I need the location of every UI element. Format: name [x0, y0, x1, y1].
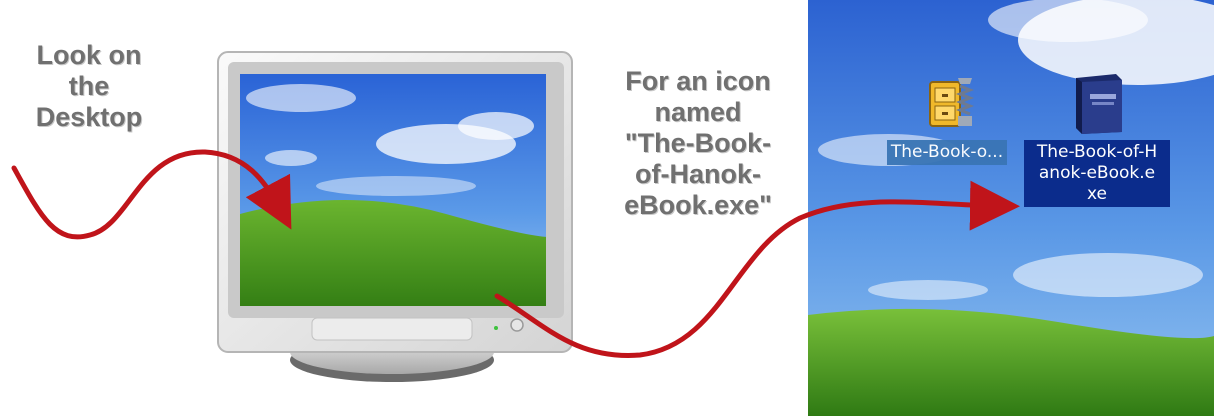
archive-icon: [929, 78, 975, 127]
desktop-icon-book[interactable]: The-Book-of-H anok-eBook.e xe: [1020, 72, 1174, 207]
caption-line: Look on: [36, 40, 142, 70]
caption-line: named: [654, 97, 742, 127]
caption-line: of-Hanok-: [635, 159, 761, 189]
book-label-line: xe: [1087, 184, 1107, 204]
caption-line: "The-Book-: [624, 128, 772, 158]
icon-name-caption: For an icon named "The-Book- of-Hanok- e…: [600, 66, 796, 221]
desktop-wallpaper: [808, 0, 1214, 416]
book-label-line: anok-eBook.e: [1038, 163, 1156, 183]
archive-icon-label: The-Book-o...: [886, 140, 1008, 165]
book-label-line: The-Book-of-H: [1036, 142, 1158, 162]
caption-line: the: [68, 71, 110, 101]
desktop-icon-archive[interactable]: The-Book-o...: [872, 72, 1022, 165]
monitor-illustration: [196, 46, 591, 388]
caption-line: For an icon: [625, 66, 771, 96]
book-icon-label: The-Book-of-H anok-eBook.e xe: [1024, 140, 1170, 207]
desktop-view: The-Book-o... The-Book-of-H anok-eBook.e…: [808, 0, 1214, 416]
caption-line: Desktop: [35, 102, 143, 132]
book-icon: [1076, 74, 1122, 134]
caption-line: eBook.exe": [624, 190, 772, 220]
look-on-desktop-caption: Look on the Desktop: [8, 40, 170, 133]
